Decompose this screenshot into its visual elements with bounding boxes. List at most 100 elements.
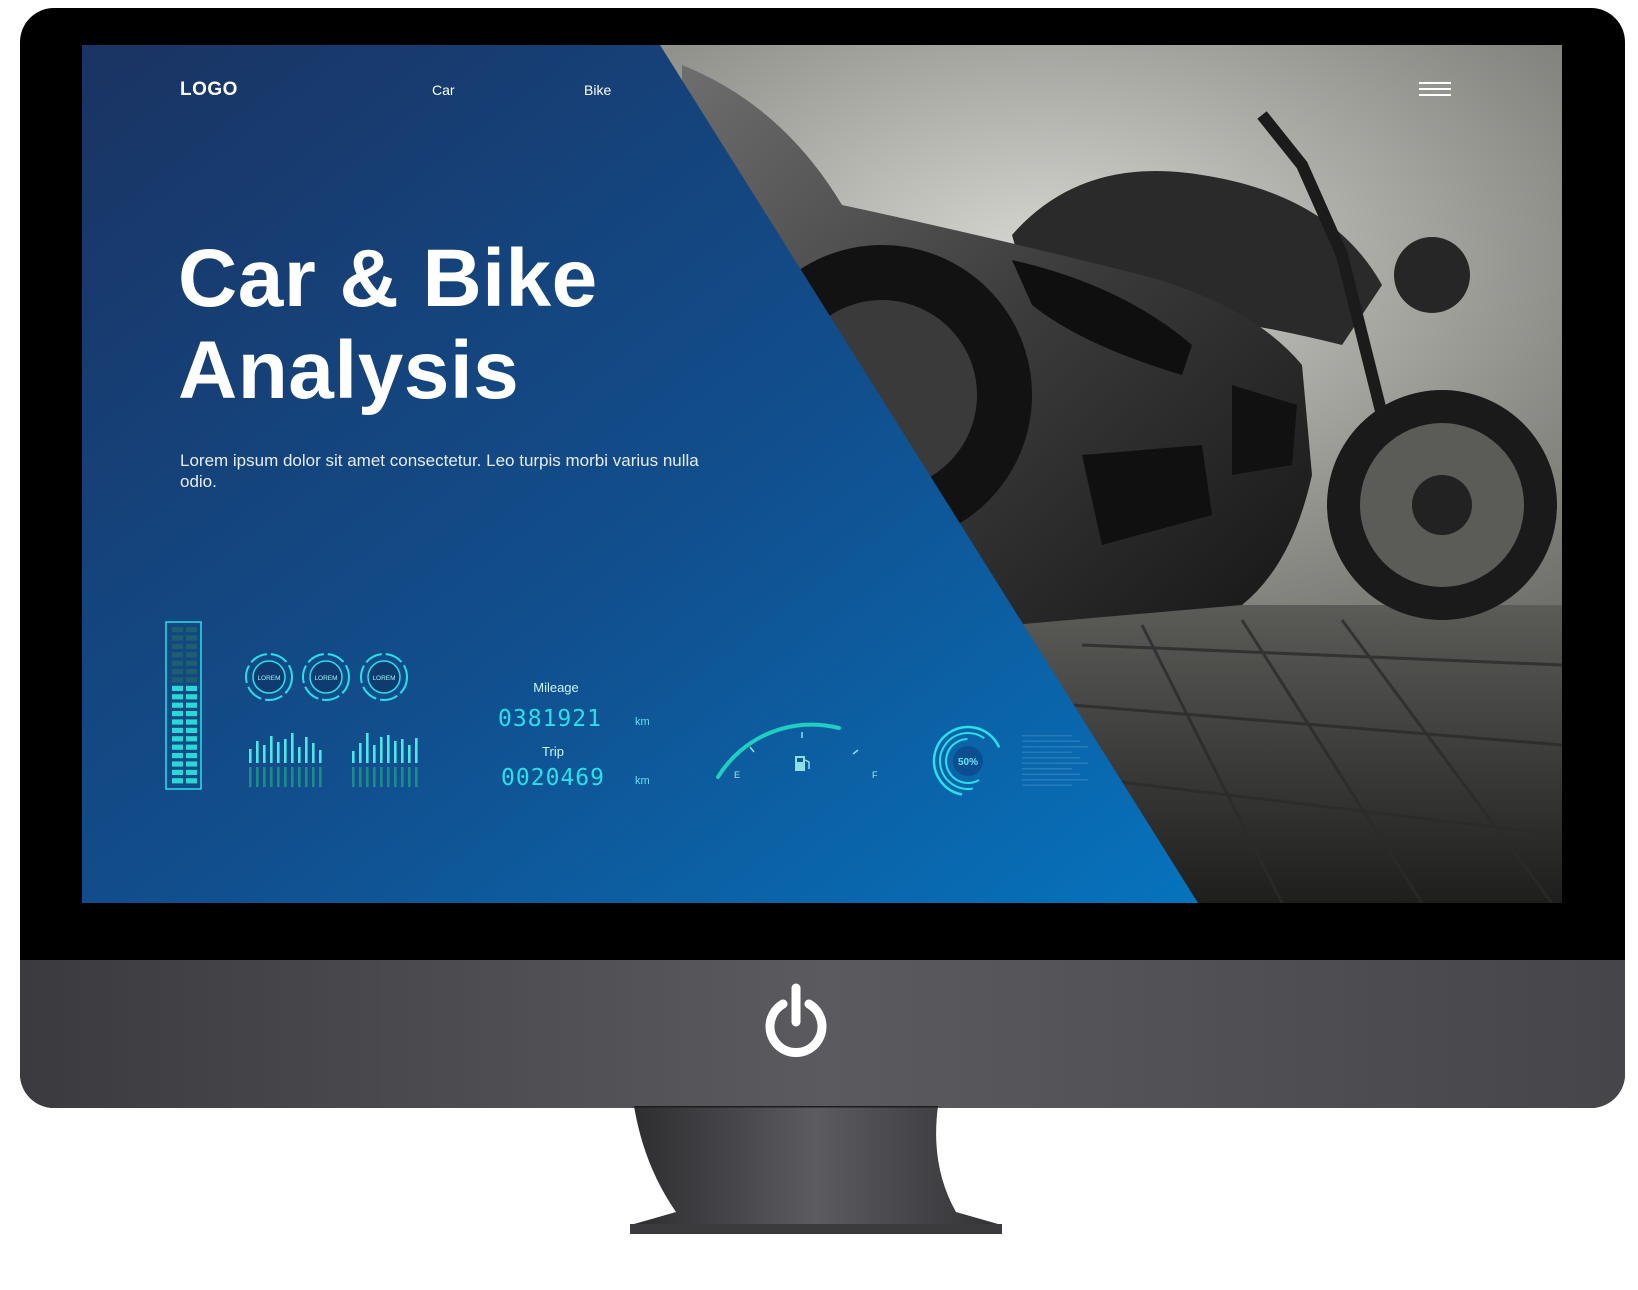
meter-cell bbox=[172, 778, 183, 784]
meter-cell bbox=[172, 635, 183, 641]
equalizer-bar bbox=[298, 747, 301, 763]
faint-text-line bbox=[1022, 762, 1088, 764]
dial-2: LOREM bbox=[302, 653, 350, 701]
equalizer-bar bbox=[263, 745, 266, 763]
equalizer-bar-reflection bbox=[359, 767, 362, 787]
equalizer-bar bbox=[291, 733, 294, 763]
equalizer-bar bbox=[305, 737, 308, 763]
meter-cell bbox=[186, 761, 197, 767]
equalizer-bar-reflection bbox=[249, 767, 252, 787]
faint-text-line bbox=[1022, 779, 1088, 781]
equalizer-bar-reflection bbox=[298, 767, 301, 787]
equalizer-bar-reflection bbox=[291, 767, 294, 787]
dial-3: LOREM bbox=[360, 653, 408, 701]
meter-cell bbox=[172, 685, 183, 691]
meter-cell bbox=[172, 744, 183, 750]
equalizer-bar-reflection bbox=[366, 767, 369, 787]
monitor-stand bbox=[630, 1106, 1002, 1234]
meter-cell bbox=[172, 769, 183, 775]
meter-cell bbox=[186, 694, 197, 700]
equalizer-bar bbox=[394, 741, 397, 763]
equalizer-bar-reflection bbox=[319, 767, 322, 787]
faint-text-line bbox=[1022, 735, 1072, 737]
equalizer-bar-reflection bbox=[380, 767, 383, 787]
equalizer-bar-reflection bbox=[312, 767, 315, 787]
dashboard-widgets: LOREM LOREM LOREM Mileage 0381921 km Tri… bbox=[165, 621, 1088, 797]
equalizer-bar-reflection bbox=[415, 767, 418, 787]
meter-cell bbox=[172, 652, 183, 658]
meter-cell bbox=[172, 660, 183, 666]
equalizer-bar-reflection bbox=[305, 767, 308, 787]
faint-info-block bbox=[1022, 735, 1088, 786]
equalizer-bar bbox=[415, 738, 418, 763]
dial-3-label: LOREM bbox=[372, 675, 395, 682]
dial-1-label: LOREM bbox=[257, 675, 280, 682]
meter-cell bbox=[172, 753, 183, 759]
mileage-unit: km bbox=[635, 716, 650, 728]
meter-cell bbox=[172, 719, 183, 725]
equalizer-bar-reflection bbox=[373, 767, 376, 787]
dial-2-label: LOREM bbox=[314, 675, 337, 682]
meter-cell bbox=[186, 753, 197, 759]
meter-cell bbox=[172, 761, 183, 767]
meter-cell bbox=[186, 643, 197, 649]
meter-cell bbox=[172, 736, 183, 742]
mileage-value: 0381921 bbox=[498, 706, 602, 732]
meter-cell bbox=[186, 627, 197, 633]
equalizer-bar-reflection bbox=[352, 767, 355, 787]
equalizer-bar-reflection bbox=[394, 767, 397, 787]
meter-cell bbox=[186, 719, 197, 725]
equalizer-bar bbox=[359, 743, 362, 763]
meter-cell bbox=[186, 769, 197, 775]
website-screen: LOGO Car Bike Car & Bike Analysis Lorem … bbox=[82, 45, 1562, 903]
trip-value: 0020469 bbox=[501, 765, 605, 791]
trip-label: Trip bbox=[542, 744, 564, 759]
equalizer-bar bbox=[249, 749, 252, 763]
equalizer-bar-reflection bbox=[263, 767, 266, 787]
meter-cell bbox=[186, 660, 197, 666]
meter-cell bbox=[186, 702, 197, 708]
meter-cell bbox=[186, 736, 197, 742]
equalizer-bar bbox=[270, 736, 273, 763]
equalizer-bar bbox=[380, 737, 383, 763]
meter-cell bbox=[186, 635, 197, 641]
level-meter bbox=[165, 621, 202, 790]
equalizer-bar bbox=[408, 745, 411, 763]
fuel-full-label: F bbox=[872, 770, 878, 780]
faint-text-line bbox=[1022, 740, 1080, 742]
dial-1: LOREM bbox=[245, 653, 293, 701]
meter-cell bbox=[172, 643, 183, 649]
fuel-gauge: E F bbox=[716, 722, 878, 780]
equalizer-bar bbox=[373, 745, 376, 763]
equalizer-bar bbox=[277, 742, 280, 763]
trip-unit: km bbox=[635, 775, 650, 787]
percent-gauge-value: 50% bbox=[958, 757, 978, 768]
meter-cell bbox=[186, 652, 197, 658]
faint-text-line bbox=[1022, 768, 1072, 770]
equalizer-bar-reflection bbox=[277, 767, 280, 787]
faint-text-line bbox=[1022, 773, 1080, 775]
meter-cell bbox=[186, 744, 197, 750]
equalizer-bar-reflection bbox=[408, 767, 411, 787]
equalizer-bar-reflection bbox=[387, 767, 390, 787]
meter-cell bbox=[186, 711, 197, 717]
power-icon bbox=[765, 983, 827, 1057]
meter-cell bbox=[172, 702, 183, 708]
meter-cell bbox=[186, 677, 197, 683]
faint-text-line bbox=[1022, 746, 1088, 748]
meter-cell bbox=[186, 669, 197, 675]
equalizer-bar-reflection bbox=[270, 767, 273, 787]
equalizer-bar bbox=[352, 751, 355, 763]
meter-cell bbox=[186, 778, 197, 784]
equalizer-bar bbox=[284, 739, 287, 763]
meter-cell bbox=[172, 727, 183, 733]
equalizer-2 bbox=[352, 733, 418, 787]
meter-cell bbox=[172, 669, 183, 675]
meter-cell bbox=[172, 627, 183, 633]
faint-text-line bbox=[1022, 784, 1072, 786]
equalizer-bar bbox=[319, 750, 322, 763]
equalizer-bar bbox=[401, 739, 404, 763]
meter-cell bbox=[172, 677, 183, 683]
equalizer-bar bbox=[366, 733, 369, 763]
fuel-pump-icon bbox=[795, 756, 810, 771]
